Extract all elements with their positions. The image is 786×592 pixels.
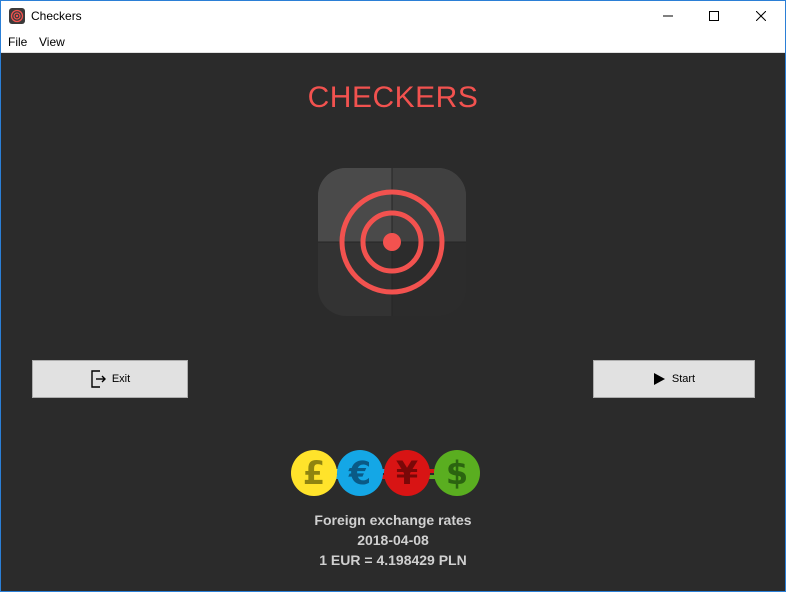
svg-text:¥: ¥ <box>396 454 418 492</box>
app-window: Checkers File View CHECKERS Exit Start £… <box>0 0 786 592</box>
minimize-icon <box>663 11 673 21</box>
svg-text:€: € <box>348 454 371 492</box>
window-title: Checkers <box>31 9 82 23</box>
exit-button[interactable]: Exit <box>32 360 188 398</box>
start-button-label: Start <box>671 373 696 385</box>
start-button[interactable]: Start <box>593 360 755 398</box>
forex-date: 2018-04-08 <box>357 532 429 548</box>
yen-coin-icon: ¥ <box>384 450 430 496</box>
main-panel: CHECKERS Exit Start £ € ¥ $ Foreign exch… <box>1 53 785 591</box>
game-title: CHECKERS <box>307 81 479 114</box>
euro-coin-icon: € <box>337 450 383 496</box>
pound-coin-icon: £ <box>291 450 337 496</box>
maximize-icon <box>709 11 719 21</box>
target-icon <box>317 167 467 317</box>
menu-bar: File View <box>1 31 785 53</box>
forex-heading: Foreign exchange rates <box>314 512 472 528</box>
title-bar[interactable]: Checkers <box>1 1 785 31</box>
svg-text:$: $ <box>446 454 468 492</box>
maximize-button[interactable] <box>691 1 737 31</box>
menu-view[interactable]: View <box>39 35 65 49</box>
svg-text:£: £ <box>303 454 325 492</box>
exit-icon <box>90 370 106 388</box>
forex-rate: 1 EUR = 4.198429 PLN <box>319 552 467 568</box>
app-logo-icon <box>9 8 25 24</box>
play-icon <box>653 372 666 386</box>
close-button[interactable] <box>738 1 784 31</box>
currency-icons: £ € ¥ $ <box>289 447 483 499</box>
menu-file[interactable]: File <box>8 35 27 49</box>
exit-button-label: Exit <box>111 373 131 385</box>
close-icon <box>756 11 766 21</box>
dollar-coin-icon: $ <box>434 450 480 496</box>
minimize-button[interactable] <box>645 1 691 31</box>
